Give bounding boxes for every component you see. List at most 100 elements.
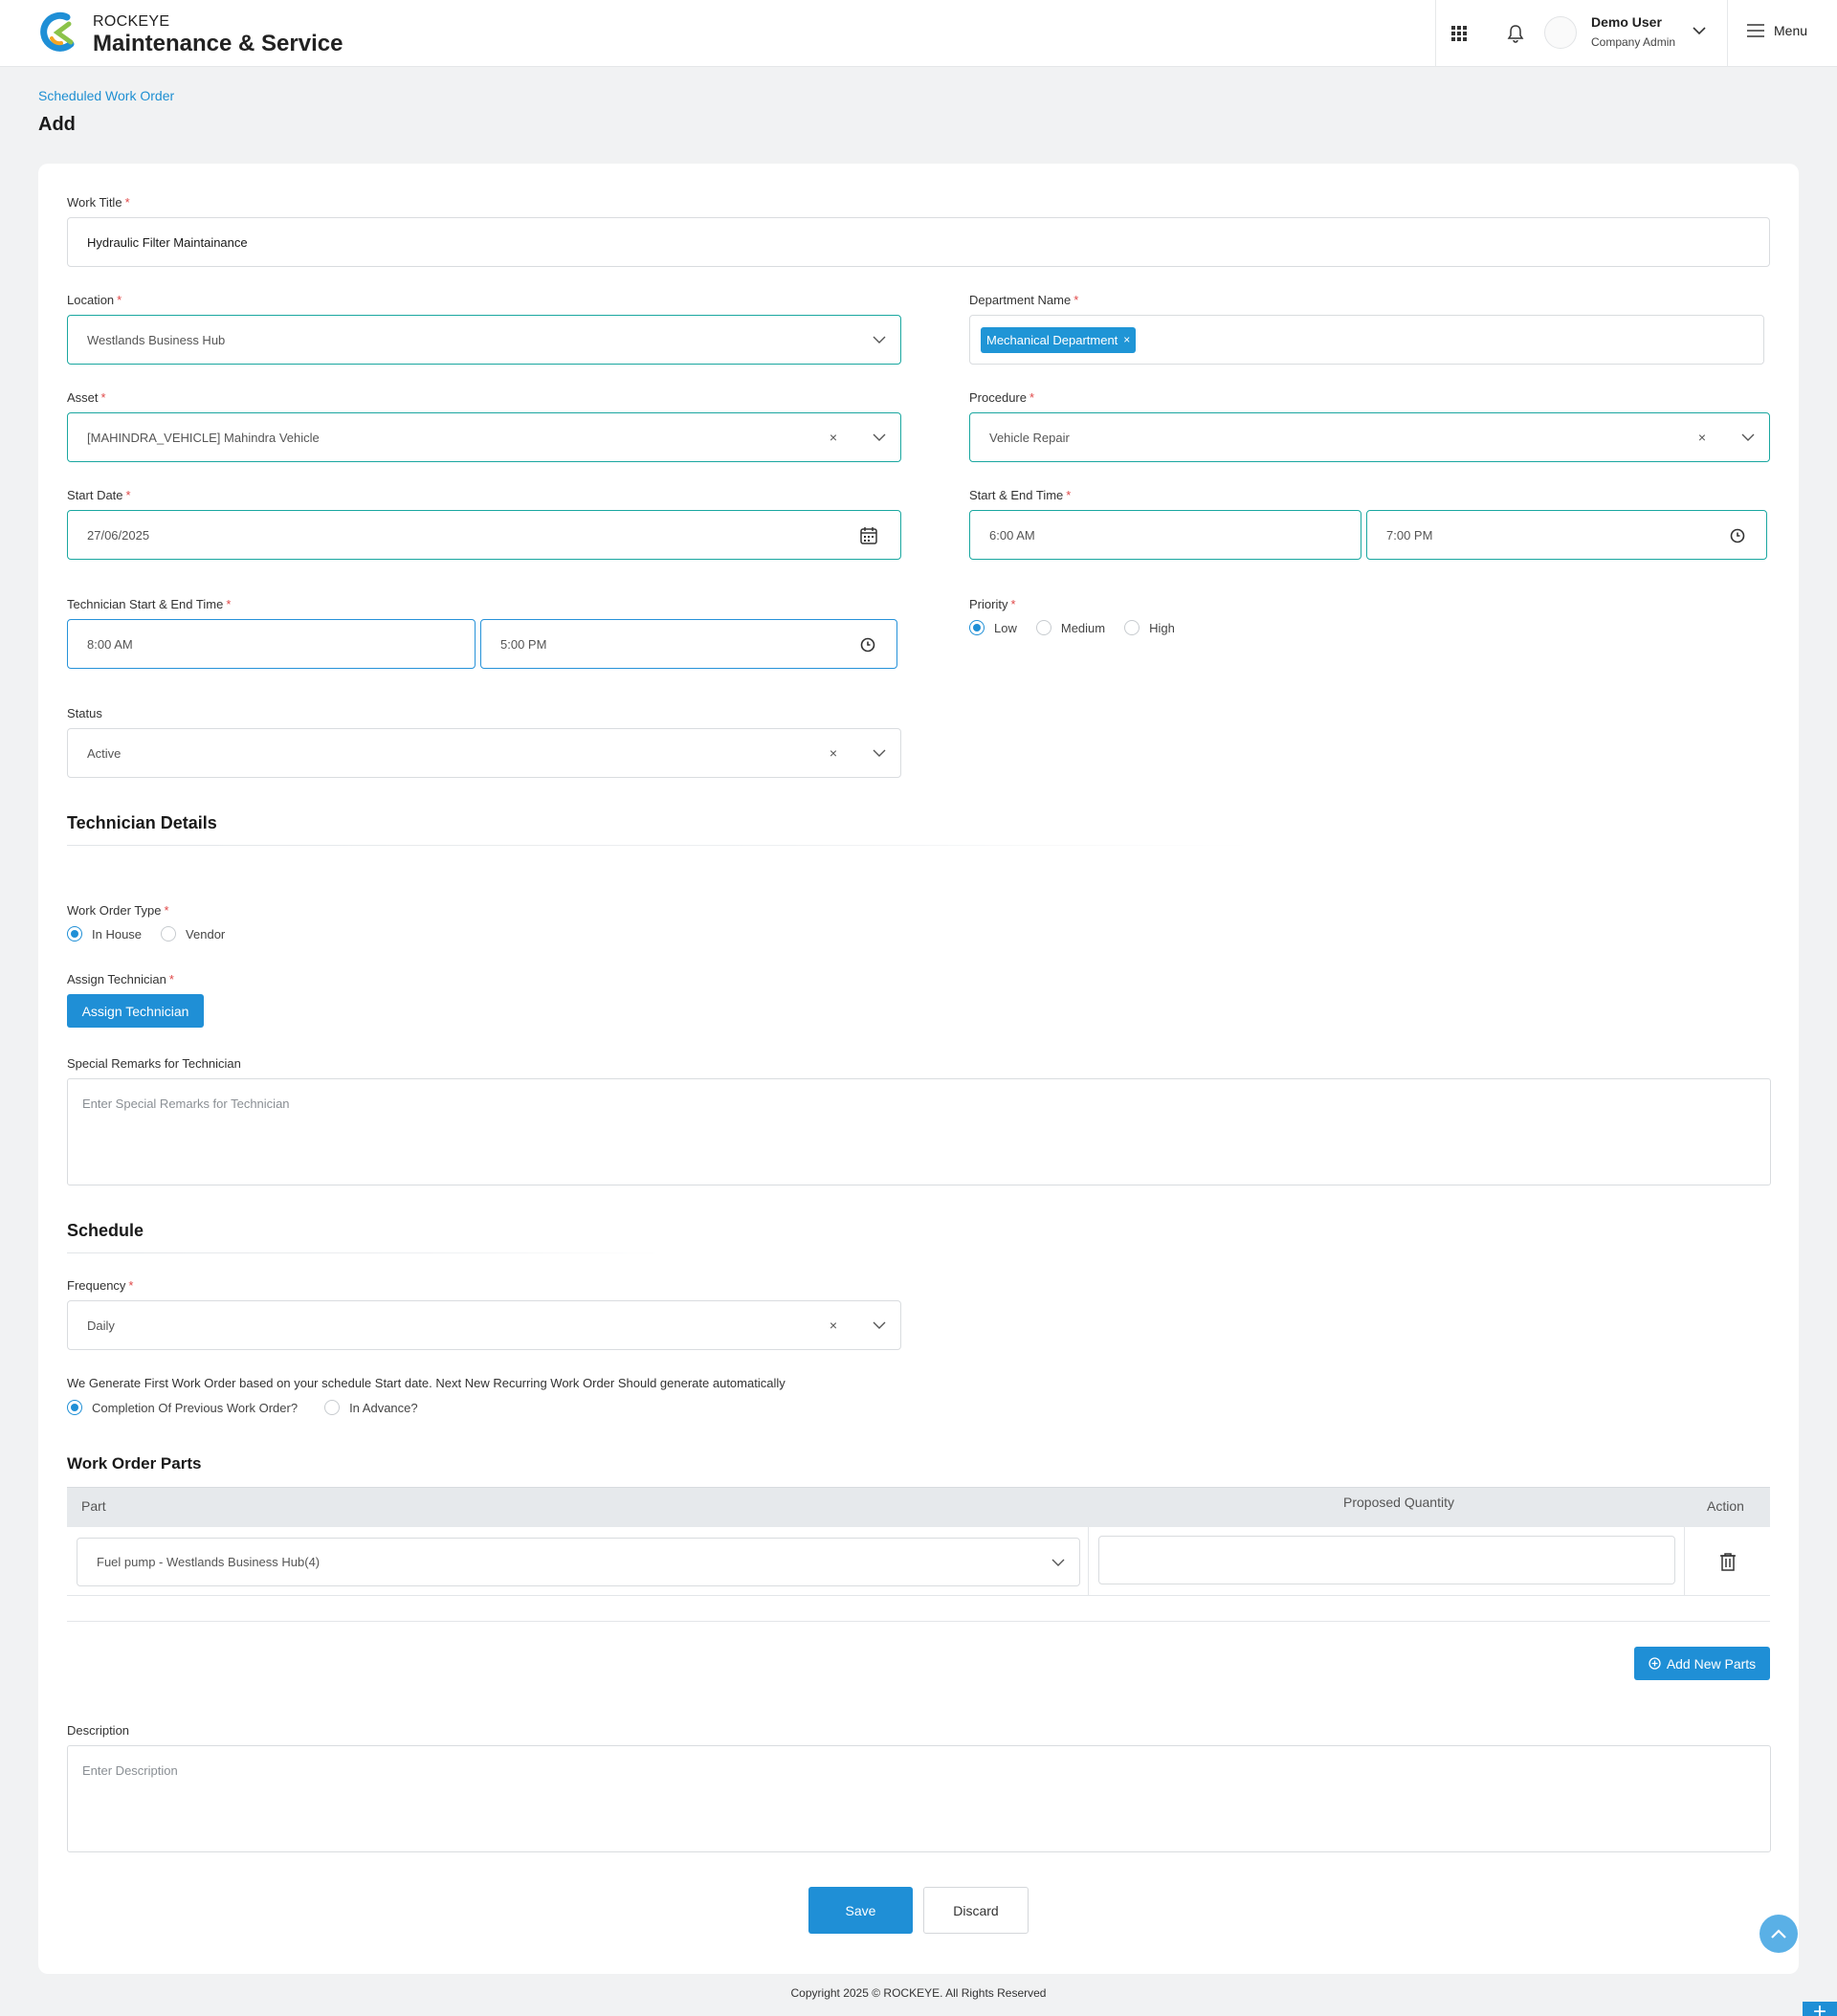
section-divider	[67, 845, 1253, 846]
radio-advance[interactable]	[324, 1400, 341, 1415]
end-time-input[interactable]: 7:00 PM	[1366, 510, 1767, 560]
chevron-down-icon[interactable]	[872, 333, 887, 346]
clock-icon[interactable]	[1730, 528, 1745, 543]
special-remarks-textarea[interactable]: Enter Special Remarks for Technician	[67, 1078, 1771, 1185]
priority-option-medium[interactable]: Medium	[1035, 620, 1105, 635]
priority-high-label: High	[1149, 620, 1175, 635]
app-title: Maintenance & Service	[93, 31, 343, 56]
start-end-time-label: Start & End Time *	[969, 488, 1072, 502]
procedure-value: Vehicle Repair	[989, 430, 1070, 445]
work-order-parts-title: Work Order Parts	[67, 1454, 202, 1473]
bell-icon[interactable]	[1503, 21, 1528, 46]
radio-high[interactable]	[1124, 620, 1140, 635]
start-date-label: Start Date *	[67, 488, 131, 502]
assign-technician-label: Assign Technician *	[67, 972, 174, 986]
asset-select[interactable]: [MAHINDRA_VEHICLE] Mahindra Vehicle ×	[67, 412, 901, 462]
clear-icon[interactable]: ×	[1698, 430, 1706, 445]
col-part: Part	[81, 1498, 106, 1514]
cell-divider	[1684, 1527, 1685, 1596]
chevron-down-icon[interactable]	[1740, 431, 1756, 444]
priority-label: Priority *	[969, 597, 1016, 611]
priority-radio-group: Low Medium High	[969, 620, 1194, 635]
start-time-input[interactable]: 6:00 AM	[969, 510, 1361, 560]
hamburger-icon	[1747, 24, 1764, 37]
clear-icon[interactable]: ×	[830, 745, 837, 761]
wo-type-option-vendor[interactable]: Vendor	[161, 926, 225, 942]
priority-option-low[interactable]: Low	[969, 620, 1017, 635]
parts-table-header	[67, 1487, 1770, 1527]
technician-start-time-input[interactable]: 8:00 AM	[67, 619, 476, 669]
scroll-to-top-button[interactable]	[1760, 1915, 1798, 1953]
status-select[interactable]: Active ×	[67, 728, 901, 778]
plus-circle-icon	[1649, 1657, 1661, 1670]
start-time-value: 6:00 AM	[989, 527, 1035, 543]
frequency-select[interactable]: Daily ×	[67, 1300, 901, 1350]
schedule-title: Schedule	[67, 1221, 144, 1240]
chevron-down-icon[interactable]	[872, 431, 887, 444]
description-textarea[interactable]: Enter Description	[67, 1745, 1771, 1852]
priority-low-label: Low	[994, 620, 1017, 635]
asset-value: [MAHINDRA_VEHICLE] Mahindra Vehicle	[87, 430, 320, 445]
trash-icon[interactable]	[1719, 1552, 1737, 1571]
chevron-down-icon[interactable]	[872, 746, 887, 760]
asset-label: Asset *	[67, 390, 106, 405]
generation-option-advance[interactable]: In Advance?	[324, 1400, 418, 1415]
generation-option-completion[interactable]: Completion Of Previous Work Order?	[67, 1400, 298, 1415]
location-select[interactable]: Westlands Business Hub	[67, 315, 901, 365]
cell-divider	[1088, 1527, 1089, 1596]
part-select[interactable]: Fuel pump - Westlands Business Hub(4)	[77, 1538, 1080, 1586]
status-label: Status	[67, 706, 102, 720]
quantity-input[interactable]	[1098, 1536, 1675, 1584]
section-divider	[67, 1252, 660, 1253]
special-remarks-label: Special Remarks for Technician	[67, 1056, 241, 1071]
radio-completion[interactable]	[67, 1400, 82, 1415]
work-title-input[interactable]: Hydraulic Filter Maintainance	[67, 217, 1770, 267]
user-name[interactable]: Demo User	[1591, 14, 1662, 30]
procedure-label: Procedure *	[969, 390, 1035, 405]
start-date-input[interactable]: 27/06/2025	[67, 510, 901, 560]
department-label: Department Name *	[969, 293, 1079, 307]
plus-fab-button[interactable]: +	[1803, 2001, 1837, 2016]
assign-technician-button[interactable]: Assign Technician	[67, 994, 204, 1028]
clear-icon[interactable]: ×	[830, 1318, 837, 1333]
chevron-down-icon[interactable]	[872, 1318, 887, 1332]
save-button[interactable]: Save	[808, 1887, 913, 1934]
page-title: Add	[38, 114, 76, 135]
radio-vendor[interactable]	[161, 926, 177, 942]
remove-tag-icon[interactable]: ×	[1123, 333, 1130, 346]
priority-option-high[interactable]: High	[1124, 620, 1175, 635]
location-label: Location *	[67, 293, 122, 307]
technician-end-time-input[interactable]: 5:00 PM	[480, 619, 897, 669]
discard-button[interactable]: Discard	[923, 1887, 1029, 1934]
add-new-parts-button[interactable]: Add New Parts	[1634, 1647, 1770, 1680]
clear-icon[interactable]: ×	[830, 430, 837, 445]
chevron-down-icon[interactable]	[1051, 1556, 1066, 1569]
avatar[interactable]	[1544, 16, 1577, 49]
radio-medium[interactable]	[1035, 620, 1051, 635]
col-action: Action	[1707, 1498, 1744, 1514]
department-multiselect[interactable]: Mechanical Department ×	[969, 315, 1764, 365]
chevron-up-icon	[1771, 1929, 1786, 1938]
vendor-label: Vendor	[186, 926, 226, 942]
breadcrumb[interactable]: Scheduled Work Order	[38, 88, 174, 103]
user-role: Company Admin	[1591, 35, 1676, 49]
generation-radio-group: Completion Of Previous Work Order? In Ad…	[67, 1400, 437, 1415]
clock-icon[interactable]	[860, 637, 875, 653]
work-title-value: Hydraulic Filter Maintainance	[87, 234, 248, 250]
radio-low[interactable]	[969, 620, 985, 635]
procedure-select[interactable]: Vehicle Repair ×	[969, 412, 1770, 462]
work-order-type-radio-group: In House Vendor	[67, 926, 244, 942]
rockeye-logo	[40, 11, 75, 52]
wo-type-option-in-house[interactable]: In House	[67, 926, 142, 942]
frequency-label: Frequency *	[67, 1278, 134, 1293]
menu-button[interactable]: Menu	[1747, 23, 1807, 38]
header-divider	[1435, 0, 1436, 67]
add-new-parts-label: Add New Parts	[1666, 1655, 1757, 1672]
chevron-down-icon[interactable]	[1692, 25, 1707, 36]
calendar-icon[interactable]	[860, 526, 877, 544]
advance-label: In Advance?	[349, 1400, 418, 1415]
apps-grid-icon[interactable]	[1447, 21, 1472, 46]
department-tag-label: Mechanical Department	[986, 332, 1118, 347]
radio-in-house[interactable]	[67, 926, 82, 942]
department-tag: Mechanical Department ×	[981, 326, 1137, 353]
